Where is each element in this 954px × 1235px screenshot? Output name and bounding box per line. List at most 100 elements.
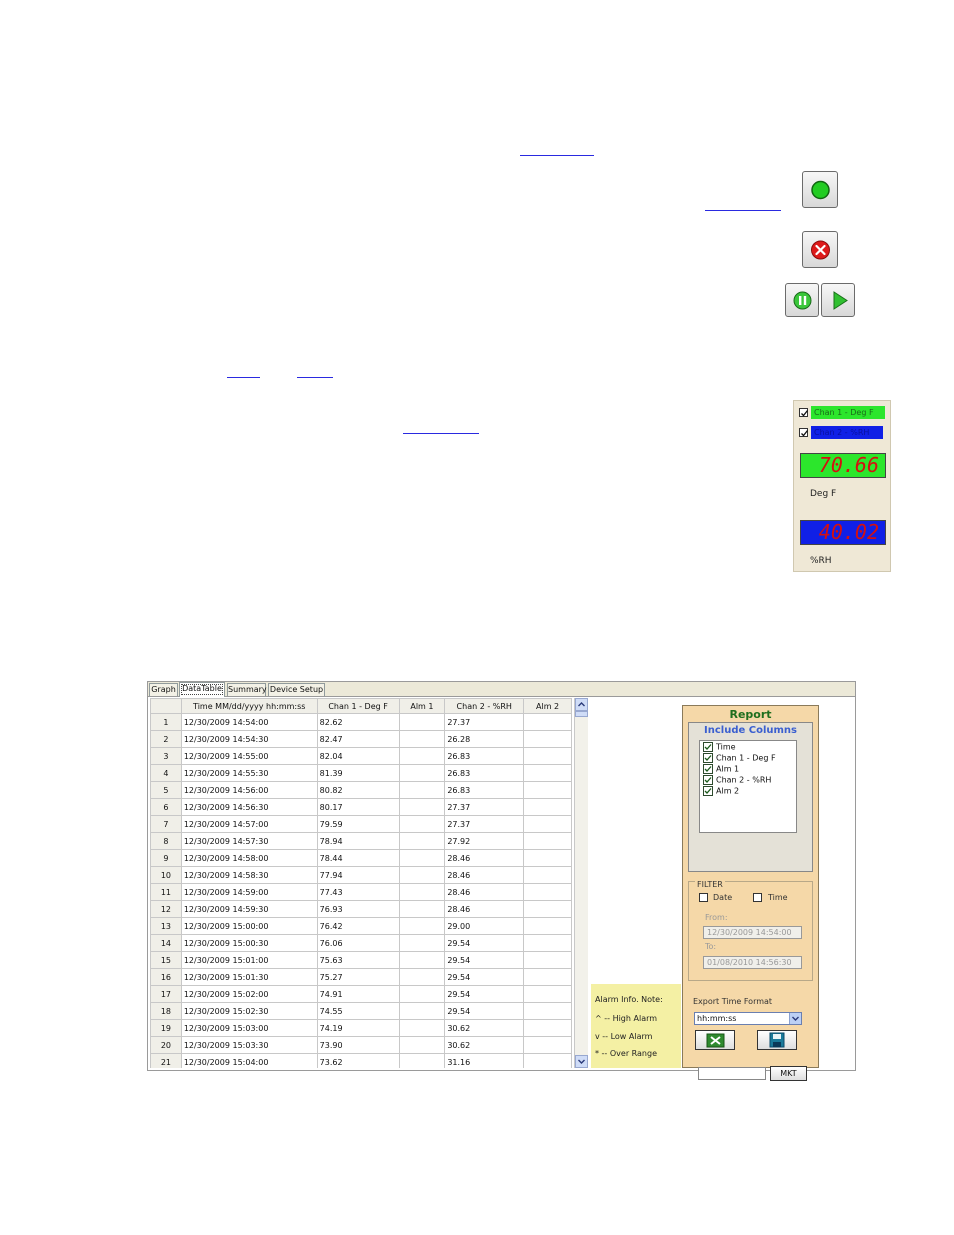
- column-header[interactable]: Alm 2: [523, 698, 572, 714]
- table-cell[interactable]: [398, 798, 446, 816]
- table-cell[interactable]: [398, 815, 446, 833]
- table-cell[interactable]: 73.62: [316, 1053, 400, 1068]
- table-row[interactable]: 11 12/30/2009 14:59:00 77.43 28.46: [150, 883, 572, 901]
- tab-graph[interactable]: Graph: [149, 683, 178, 696]
- hyperlink-underline[interactable]: [297, 377, 333, 378]
- row-number[interactable]: 20: [150, 1036, 182, 1054]
- table-cell[interactable]: [398, 849, 446, 867]
- table-cell[interactable]: [523, 951, 572, 969]
- table-cell[interactable]: [523, 798, 572, 816]
- table-row[interactable]: 18 12/30/2009 15:02:30 74.55 29.54: [150, 1002, 572, 1020]
- table-cell[interactable]: 78.94: [316, 832, 400, 850]
- table-cell[interactable]: 82.47: [316, 730, 400, 748]
- table-cell[interactable]: 26.83: [444, 781, 525, 799]
- row-number[interactable]: 9: [150, 849, 182, 867]
- table-cell[interactable]: [523, 917, 572, 935]
- row-number[interactable]: 5: [150, 781, 182, 799]
- table-cell[interactable]: [523, 764, 572, 782]
- table-cell[interactable]: [398, 917, 446, 935]
- table-cell[interactable]: [398, 832, 446, 850]
- table-row[interactable]: 15 12/30/2009 15:01:00 75.63 29.54: [150, 951, 572, 969]
- table-cell[interactable]: 12/30/2009 14:55:30: [180, 764, 318, 782]
- row-number[interactable]: 17: [150, 985, 182, 1003]
- start-button[interactable]: [802, 171, 838, 208]
- table-row[interactable]: 8 12/30/2009 14:57:30 78.94 27.92: [150, 832, 572, 850]
- table-row[interactable]: 2 12/30/2009 14:54:30 82.47 26.28: [150, 730, 572, 748]
- table-cell[interactable]: [523, 713, 572, 731]
- table-cell[interactable]: [398, 883, 446, 901]
- table-cell[interactable]: 76.93: [316, 900, 400, 918]
- table-cell[interactable]: 12/30/2009 14:57:00: [180, 815, 318, 833]
- column-header[interactable]: Time MM/dd/yyyy hh:mm:ss: [180, 698, 318, 714]
- include-column-item[interactable]: Alm 1: [703, 764, 739, 775]
- table-cell[interactable]: 12/30/2009 14:58:30: [180, 866, 318, 884]
- row-number[interactable]: 8: [150, 832, 182, 850]
- table-cell[interactable]: 73.90: [316, 1036, 400, 1054]
- table-cell[interactable]: 29.54: [444, 1002, 525, 1020]
- table-row[interactable]: 7 12/30/2009 14:57:00 79.59 27.37: [150, 815, 572, 833]
- row-number[interactable]: 4: [150, 764, 182, 782]
- table-cell[interactable]: 12/30/2009 14:54:30: [180, 730, 318, 748]
- table-cell[interactable]: 29.54: [444, 934, 525, 952]
- table-row[interactable]: 5 12/30/2009 14:56:00 80.82 26.83: [150, 781, 572, 799]
- table-row[interactable]: 19 12/30/2009 15:03:00 74.19 30.62: [150, 1019, 572, 1037]
- row-number[interactable]: 13: [150, 917, 182, 935]
- table-cell[interactable]: [523, 985, 572, 1003]
- table-cell[interactable]: 12/30/2009 15:01:00: [180, 951, 318, 969]
- table-cell[interactable]: 12/30/2009 15:02:30: [180, 1002, 318, 1020]
- table-cell[interactable]: [398, 781, 446, 799]
- table-cell[interactable]: 27.37: [444, 713, 525, 731]
- row-number[interactable]: 3: [150, 747, 182, 765]
- checkbox-checked-icon[interactable]: [703, 742, 713, 752]
- table-cell[interactable]: 28.46: [444, 866, 525, 884]
- table-cell[interactable]: 74.55: [316, 1002, 400, 1020]
- export-excel-button[interactable]: [695, 1030, 735, 1050]
- table-cell[interactable]: 26.83: [444, 764, 525, 782]
- pause-button[interactable]: [785, 283, 819, 317]
- hyperlink-underline[interactable]: [705, 210, 781, 211]
- table-cell[interactable]: 12/30/2009 14:57:30: [180, 832, 318, 850]
- table-cell[interactable]: [523, 934, 572, 952]
- table-cell[interactable]: [398, 730, 446, 748]
- table-row[interactable]: 16 12/30/2009 15:01:30 75.27 29.54: [150, 968, 572, 986]
- table-cell[interactable]: 74.91: [316, 985, 400, 1003]
- checkbox-checked-icon[interactable]: [703, 775, 713, 785]
- dropdown-arrow-icon[interactable]: [789, 1013, 801, 1024]
- table-cell[interactable]: [398, 1036, 446, 1054]
- table-cell[interactable]: 12/30/2009 14:58:00: [180, 849, 318, 867]
- table-cell[interactable]: [398, 1002, 446, 1020]
- row-number[interactable]: 14: [150, 934, 182, 952]
- table-row[interactable]: 14 12/30/2009 15:00:30 76.06 29.54: [150, 934, 572, 952]
- table-cell[interactable]: 30.62: [444, 1019, 525, 1037]
- date-filter-checkbox[interactable]: [699, 893, 708, 902]
- include-column-item[interactable]: Chan 2 - %RH: [703, 775, 771, 786]
- column-header[interactable]: Chan 1 - Deg F: [316, 698, 400, 714]
- table-cell[interactable]: [523, 900, 572, 918]
- table-cell[interactable]: [523, 1036, 572, 1054]
- table-cell[interactable]: 80.17: [316, 798, 400, 816]
- table-cell[interactable]: 82.04: [316, 747, 400, 765]
- to-datetime-picker[interactable]: 01/08/2010 14:56:30: [703, 956, 802, 969]
- from-datetime-picker[interactable]: 12/30/2009 14:54:00: [703, 926, 802, 939]
- table-cell[interactable]: [398, 747, 446, 765]
- table-cell[interactable]: 12/30/2009 15:02:00: [180, 985, 318, 1003]
- table-cell[interactable]: 75.27: [316, 968, 400, 986]
- table-cell[interactable]: [398, 713, 446, 731]
- table-cell[interactable]: 12/30/2009 15:04:00: [180, 1053, 318, 1068]
- table-cell[interactable]: [398, 866, 446, 884]
- hyperlink-underline[interactable]: [227, 377, 260, 378]
- stop-button[interactable]: [802, 231, 838, 268]
- table-row[interactable]: 10 12/30/2009 14:58:30 77.94 28.46: [150, 866, 572, 884]
- table-cell[interactable]: 29.54: [444, 985, 525, 1003]
- row-number[interactable]: 18: [150, 1002, 182, 1020]
- table-cell[interactable]: 27.37: [444, 815, 525, 833]
- row-number[interactable]: 6: [150, 798, 182, 816]
- checkbox-checked-icon[interactable]: [703, 753, 713, 763]
- table-cell[interactable]: 12/30/2009 15:01:30: [180, 968, 318, 986]
- table-cell[interactable]: 80.82: [316, 781, 400, 799]
- table-cell[interactable]: [523, 849, 572, 867]
- row-number[interactable]: 7: [150, 815, 182, 833]
- table-cell[interactable]: 75.63: [316, 951, 400, 969]
- tab-datatable[interactable]: DataTable: [179, 682, 225, 697]
- include-columns-list[interactable]: Time Chan 1 - Deg F Alm 1 Chan 2 - %RH A…: [699, 740, 797, 833]
